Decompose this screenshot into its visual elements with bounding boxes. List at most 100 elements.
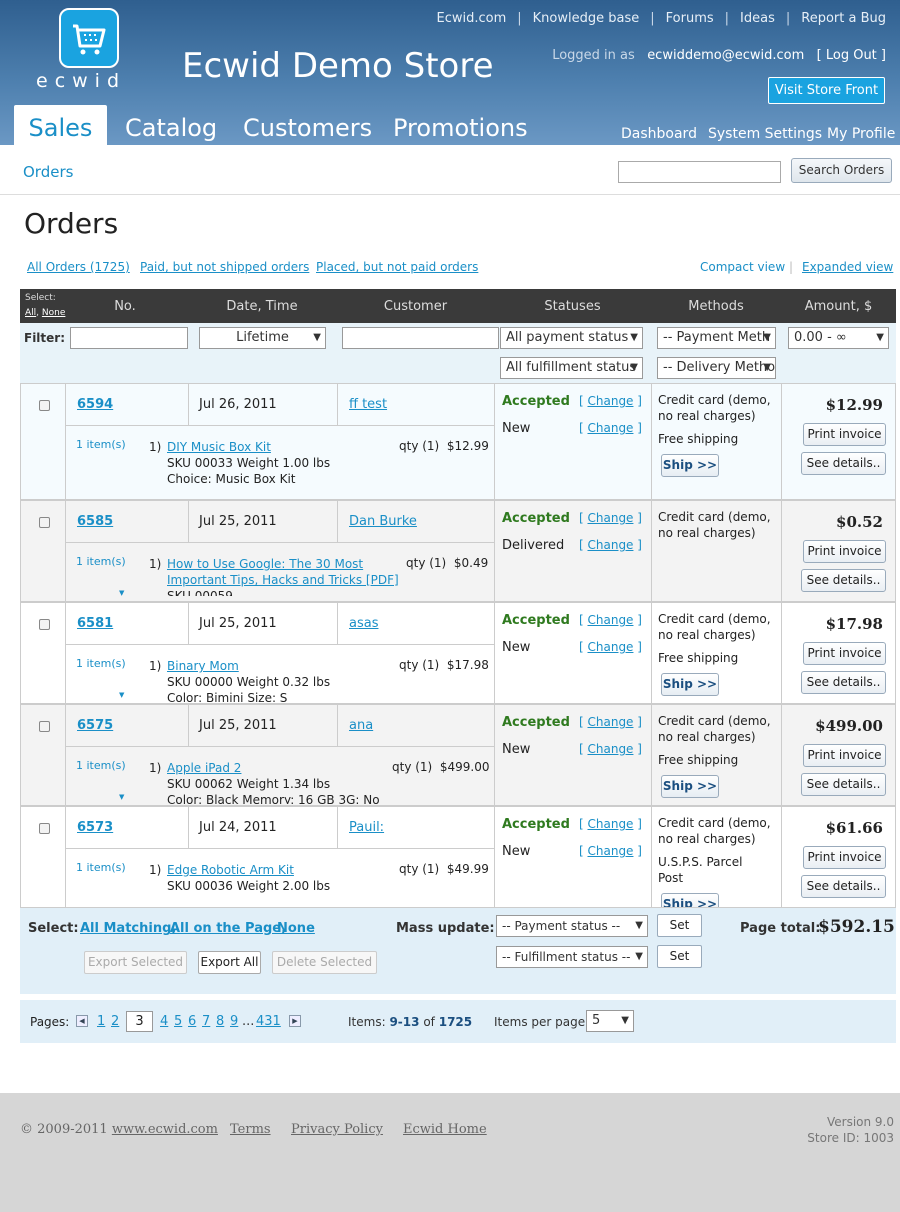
print-invoice-button[interactable]: Print invoice [803,540,886,563]
change-fulfillment-link[interactable]: [ Change ] [579,640,642,654]
page-link[interactable]: 2 [111,1014,119,1029]
subtab-my-profile[interactable]: My Profile [827,126,895,142]
order-checkbox[interactable] [39,517,50,528]
filter-fulfillment-status-select[interactable]: All fulfillment status ▼ [500,357,643,379]
order-items-count[interactable]: 1 item(s) [76,438,126,451]
change-fulfillment-link[interactable]: [ Change ] [579,844,642,858]
footer-ecwid-home-link[interactable]: Ecwid Home [403,1122,487,1137]
order-items-count[interactable]: 1 item(s) [76,657,126,670]
tab-catalog[interactable]: Catalog [125,105,217,145]
change-payment-link[interactable]: [ Change ] [579,613,642,627]
export-selected-button[interactable]: Export Selected [84,951,187,974]
order-checkbox[interactable] [39,400,50,411]
ship-button[interactable]: Ship >> [661,673,719,696]
col-date[interactable]: Date, Time [188,299,336,314]
change-payment-link[interactable]: [ Change ] [579,511,642,525]
select-all-matching-link[interactable]: All Matching, [80,921,176,936]
footer-terms-link[interactable]: Terms [230,1122,271,1137]
page-link[interactable]: 4 [160,1014,168,1029]
filter-number-input[interactable] [70,327,188,349]
filter-payment-status-select[interactable]: All payment status ▼ [500,327,643,349]
filter-customer-input[interactable] [342,327,499,349]
print-invoice-button[interactable]: Print invoice [803,744,886,767]
item-name[interactable]: How to Use Google: The 30 Most Important… [167,556,403,588]
mass-fulfillment-status-select[interactable]: -- Fulfillment status -- ▼ [496,946,648,968]
item-name[interactable]: Binary Mom [167,658,407,674]
expand-chevron-icon[interactable]: ▼ [119,691,124,699]
order-customer[interactable]: Dan Burke [349,514,417,529]
search-input[interactable] [618,161,781,183]
top-link-ideas[interactable]: Ideas [740,11,775,26]
tab-sales[interactable]: Sales [14,105,107,145]
col-customer[interactable]: Customer [338,299,493,314]
order-checkbox[interactable] [39,721,50,732]
order-number[interactable]: 6585 [77,514,113,529]
print-invoice-button[interactable]: Print invoice [803,642,886,665]
order-number[interactable]: 6594 [77,397,113,412]
filter-paid-not-shipped[interactable]: Paid, but not shipped orders [140,260,309,274]
top-link-report-bug[interactable]: Report a Bug [801,11,886,26]
item-name[interactable]: DIY Music Box Kit [167,439,407,455]
order-items-count[interactable]: 1 item(s) [76,555,126,568]
breadcrumb[interactable]: Orders [23,163,73,181]
prev-page-icon[interactable]: ◀ [76,1015,88,1027]
page-link[interactable]: 8 [216,1014,224,1029]
order-customer[interactable]: ana [349,718,373,733]
item-name[interactable]: Edge Robotic Arm Kit [167,862,407,878]
select-none-link[interactable]: None [42,308,65,318]
col-number[interactable]: No. [64,299,186,314]
see-details-button[interactable]: See details.. [801,773,886,796]
filter-placed-not-paid[interactable]: Placed, but not paid orders [316,260,478,274]
see-details-button[interactable]: See details.. [801,875,886,898]
top-link-ecwid[interactable]: Ecwid.com [437,11,507,26]
filter-delivery-method-select[interactable]: -- Delivery Metho ▼ [657,357,776,379]
select-all-page-link[interactable]: All on the Page, [170,921,286,936]
filter-period-select[interactable]: Lifetime ▼ [199,327,326,349]
footer-privacy-link[interactable]: Privacy Policy [291,1122,383,1137]
visit-store-front-button[interactable]: Visit Store Front [768,77,885,104]
expand-chevron-icon[interactable]: ▼ [119,793,124,801]
order-customer[interactable]: ff test [349,397,387,412]
expand-chevron-icon[interactable]: ▼ [119,589,124,597]
ship-button[interactable]: Ship >> [661,454,719,477]
filter-all-orders[interactable]: All Orders (1725) [27,260,130,274]
order-number[interactable]: 6575 [77,718,113,733]
search-orders-button[interactable]: Search Orders [791,158,892,183]
order-number[interactable]: 6573 [77,820,113,835]
order-customer[interactable]: Pauil: [349,820,384,835]
per-page-select[interactable]: 5 ▼ [586,1010,634,1032]
order-customer[interactable]: asas [349,616,378,631]
top-link-forums[interactable]: Forums [666,11,714,26]
col-amount[interactable]: Amount, $ [781,299,896,314]
compact-view-link[interactable]: Compact view [700,260,785,274]
tab-promotions[interactable]: Promotions [393,105,528,145]
change-payment-link[interactable]: [ Change ] [579,394,642,408]
print-invoice-button[interactable]: Print invoice [803,423,886,446]
filter-amount-select[interactable]: 0.00 - ∞ ▼ [788,327,889,349]
change-fulfillment-link[interactable]: [ Change ] [579,742,642,756]
ship-button[interactable]: Ship >> [661,893,719,907]
order-checkbox[interactable] [39,823,50,834]
mass-payment-status-select[interactable]: -- Payment status -- ▼ [496,915,648,937]
order-checkbox[interactable] [39,619,50,630]
change-payment-link[interactable]: [ Change ] [579,715,642,729]
page-link[interactable]: 5 [174,1014,182,1029]
page-link[interactable]: 6 [188,1014,196,1029]
see-details-button[interactable]: See details.. [801,452,886,475]
subtab-dashboard[interactable]: Dashboard [621,126,697,142]
set-fulfillment-button[interactable]: Set [657,945,702,968]
change-fulfillment-link[interactable]: [ Change ] [579,538,642,552]
tab-customers[interactable]: Customers [243,105,372,145]
order-items-count[interactable]: 1 item(s) [76,861,126,874]
export-all-button[interactable]: Export All [198,951,261,974]
page-link-last[interactable]: 431 [256,1014,281,1029]
change-fulfillment-link[interactable]: [ Change ] [579,421,642,435]
ecwid-logo[interactable] [59,8,119,68]
print-invoice-button[interactable]: Print invoice [803,846,886,869]
expanded-view-link[interactable]: Expanded view [802,260,893,274]
item-name[interactable]: Apple iPad 2 [167,760,407,776]
filter-payment-method-select[interactable]: -- Payment Meth ▼ [657,327,776,349]
footer-site-link[interactable]: www.ecwid.com [112,1122,218,1137]
change-payment-link[interactable]: [ Change ] [579,817,642,831]
top-link-knowledge-base[interactable]: Knowledge base [533,11,640,26]
